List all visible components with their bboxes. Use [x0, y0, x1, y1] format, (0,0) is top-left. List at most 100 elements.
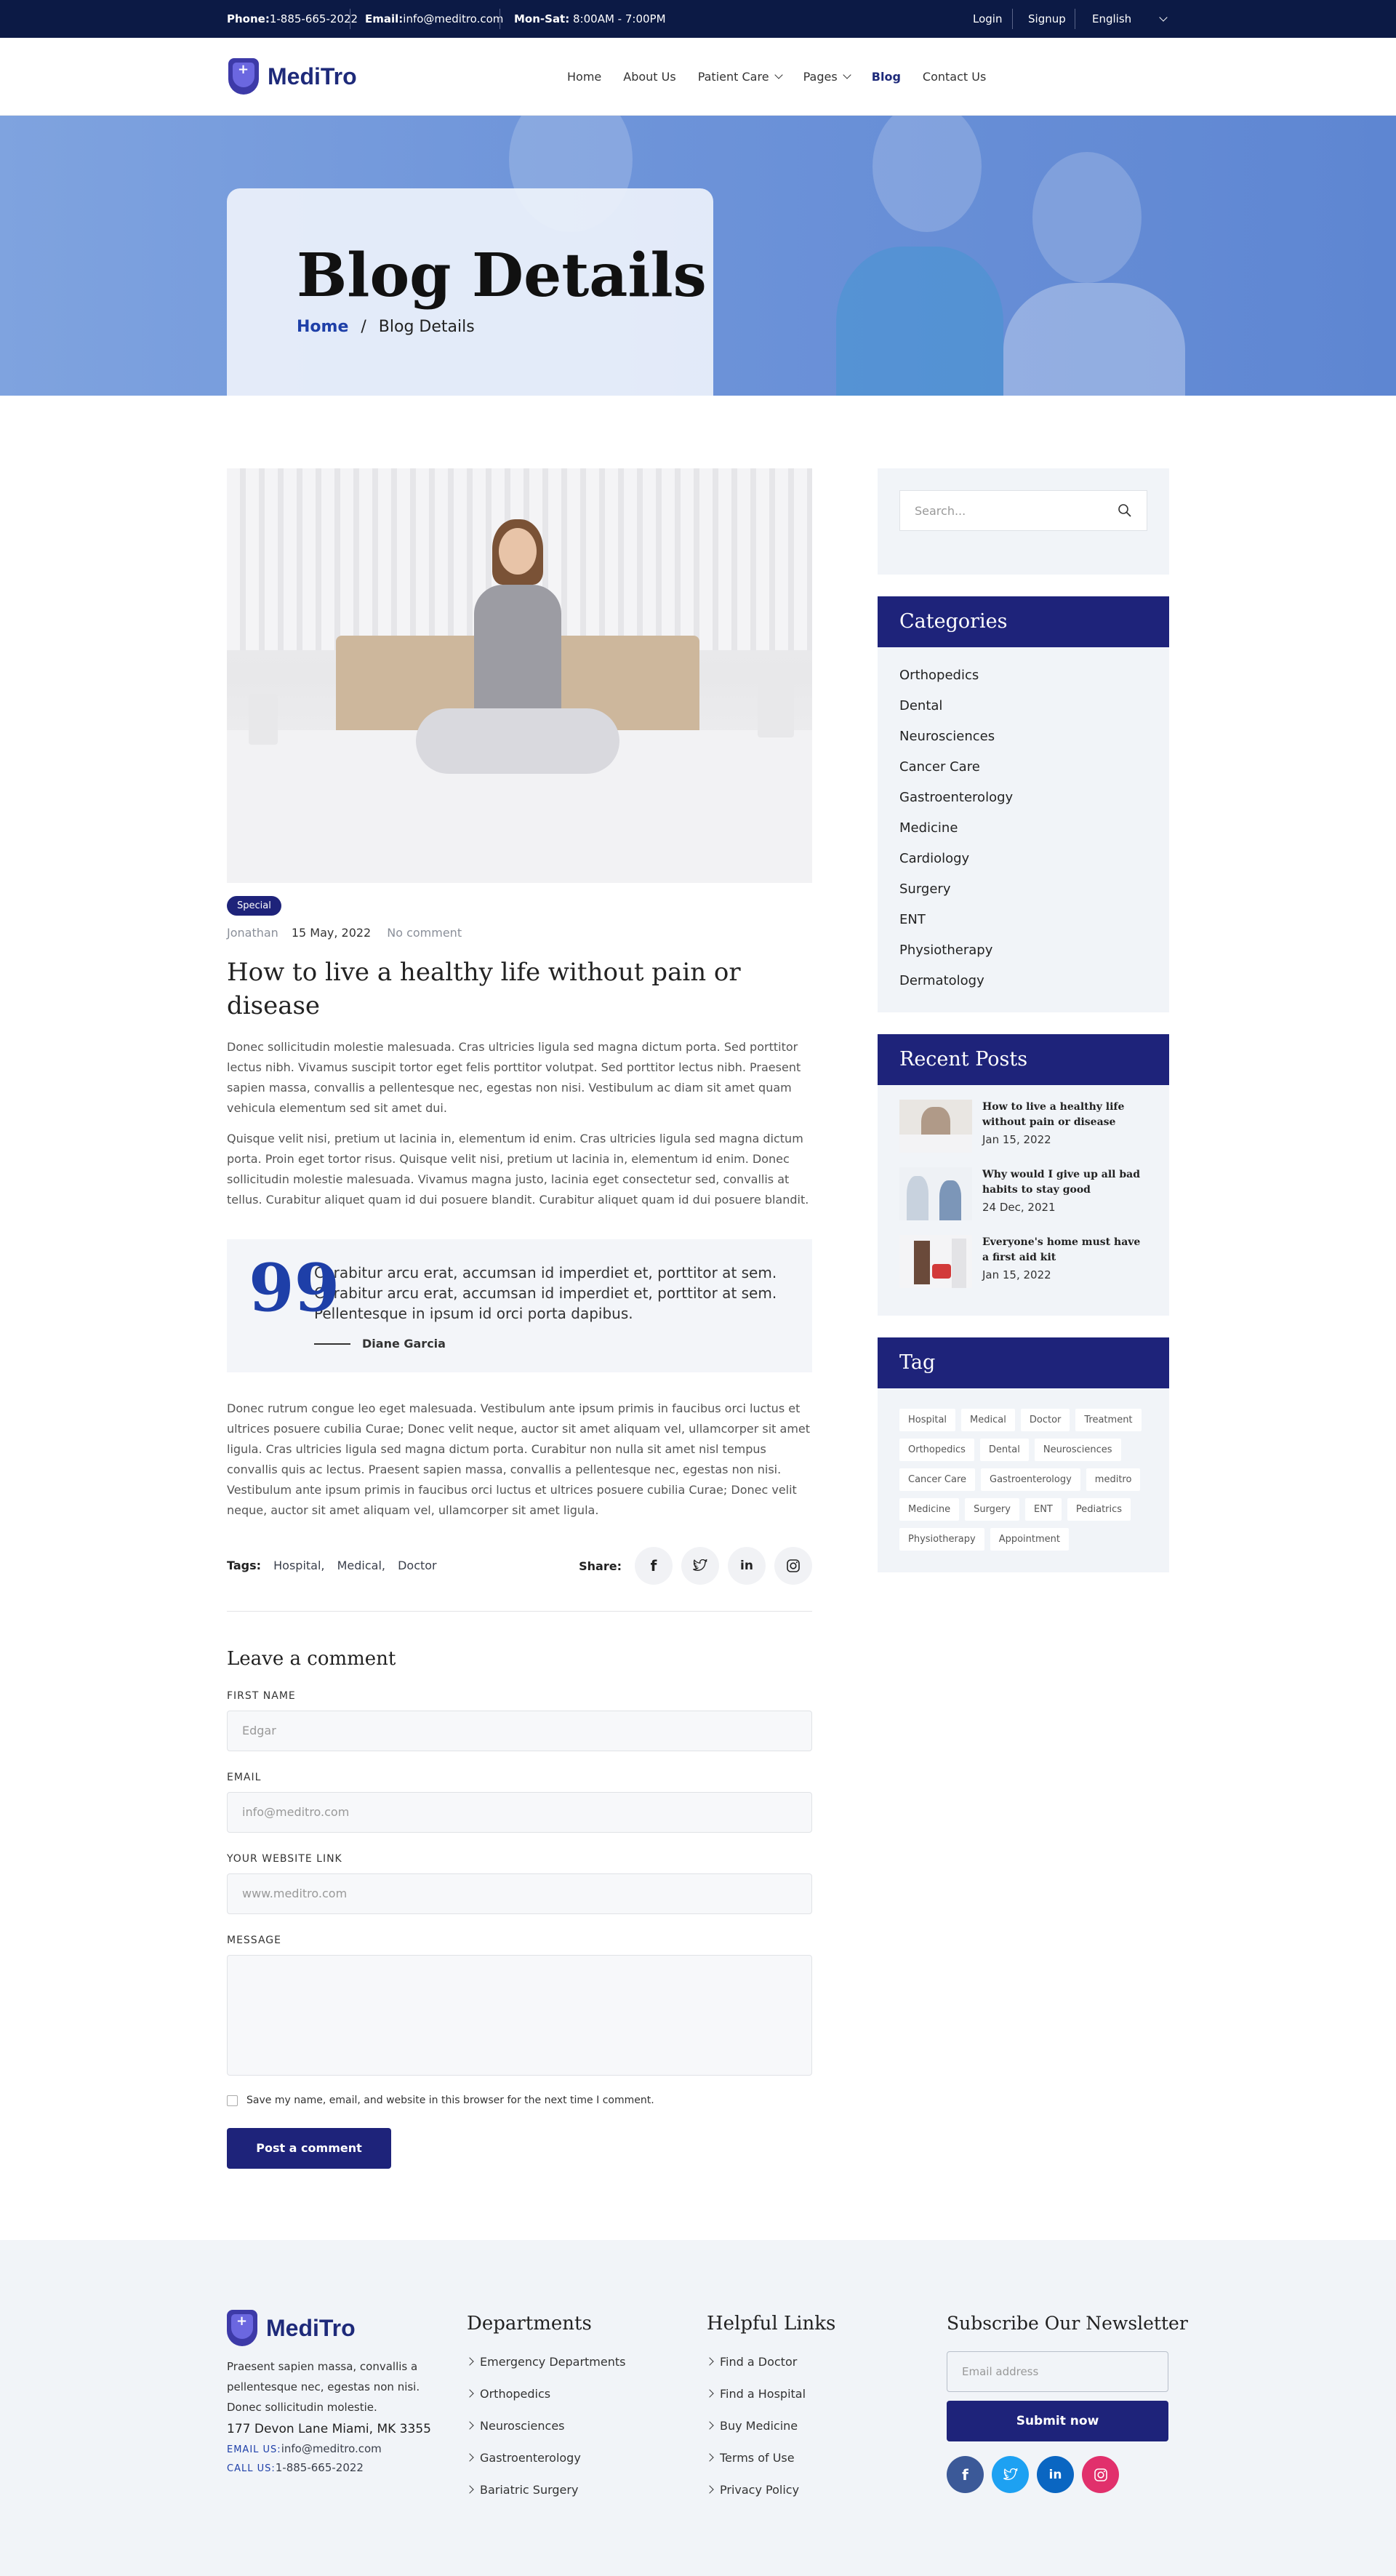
nav-home[interactable]: Home	[567, 70, 601, 84]
recent-post-thumbnail[interactable]	[899, 1100, 972, 1153]
tag-cloud: Hospital Medical Doctor Treatment Orthop…	[878, 1388, 1169, 1572]
footer-link[interactable]: Bariatric Surgery	[465, 2474, 625, 2506]
recent-post-title[interactable]: Why would I give up all bad habits to st…	[982, 1167, 1147, 1198]
sidebar: Search... Categories Orthopedics Dental …	[878, 468, 1169, 1572]
facebook-icon[interactable]: f	[947, 2456, 984, 2493]
category-badge[interactable]: Special	[227, 896, 281, 916]
message-textarea[interactable]	[227, 1955, 812, 2076]
facebook-icon[interactable]: f	[635, 1547, 673, 1585]
recent-post-date: 24 Dec, 2021	[982, 1201, 1056, 1214]
footer-link[interactable]: Find a Doctor	[705, 2346, 835, 2378]
footer-logo[interactable]: + MediTro	[227, 2310, 438, 2346]
footer-link[interactable]: Emergency Departments	[465, 2346, 625, 2378]
recent-post[interactable]: Why would I give up all bad habits to st…	[899, 1167, 1147, 1235]
footer-link[interactable]: Find a Hospital	[705, 2378, 835, 2410]
breadcrumb-home[interactable]: Home	[297, 318, 348, 336]
nav-contact[interactable]: Contact Us	[923, 70, 986, 84]
tag-chip[interactable]: Appointment	[990, 1528, 1069, 1551]
footer-newsletter: Subscribe Our Newsletter Email address S…	[947, 2313, 1188, 2493]
instagram-icon[interactable]	[774, 1547, 812, 1585]
tag-chip[interactable]: Cancer Care	[899, 1468, 976, 1491]
category-item[interactable]: Medicine	[899, 813, 1147, 844]
post-tag[interactable]: Hospital,	[273, 1559, 324, 1572]
category-item[interactable]: Cancer Care	[899, 752, 1147, 783]
email-input[interactable]: info@meditro.com	[227, 1792, 812, 1833]
nav-patient-care-label: Patient Care	[697, 70, 769, 84]
tags-label: Tags:	[227, 1559, 262, 1572]
recent-post-title[interactable]: Everyone's home must have a first aid ki…	[982, 1235, 1147, 1265]
save-info-label: Save my name, email, and website in this…	[246, 2095, 654, 2106]
instagram-icon[interactable]	[1082, 2456, 1119, 2493]
tag-chip[interactable]: Medicine	[899, 1498, 960, 1521]
footer-link[interactable]: Privacy Policy	[705, 2474, 835, 2506]
site-header: + MediTro Home About Us Patient Care Pag…	[0, 38, 1396, 116]
nav-pages[interactable]: Pages	[803, 70, 851, 84]
footer-socials: f in	[947, 2456, 1169, 2493]
email-label: Email:	[365, 12, 404, 25]
tag-chip[interactable]: Medical	[961, 1409, 1015, 1431]
newsletter-email-input[interactable]: Email address	[947, 2351, 1168, 2392]
nav-patient-care[interactable]: Patient Care	[697, 70, 783, 84]
newsletter-submit-button[interactable]: Submit now	[947, 2401, 1168, 2441]
brand-name: MediTro	[266, 2314, 356, 2341]
language-select[interactable]: English	[1092, 0, 1169, 38]
chevron-right-icon	[465, 2421, 474, 2430]
footer-email-value[interactable]: info@meditro.com	[281, 2442, 382, 2455]
tag-chip[interactable]: Dental	[979, 1439, 1029, 1461]
post-author[interactable]: Jonathan	[227, 926, 278, 940]
footer-link[interactable]: Neurosciences	[465, 2410, 625, 2442]
recent-post[interactable]: How to live a healthy life without pain …	[899, 1100, 1147, 1167]
footer-phone-value[interactable]: 1-885-665-2022	[276, 2461, 364, 2474]
recent-post-thumbnail[interactable]	[899, 1167, 972, 1220]
twitter-icon[interactable]	[992, 2456, 1029, 2493]
tag-chip[interactable]: meditro	[1086, 1468, 1141, 1491]
website-input[interactable]: www.meditro.com	[227, 1873, 812, 1914]
tag-chip[interactable]: Doctor	[1020, 1409, 1070, 1431]
save-info-checkbox[interactable]	[227, 2095, 238, 2106]
signup-link[interactable]: Signup	[1028, 0, 1066, 38]
category-item[interactable]: Orthopedics	[899, 660, 1147, 691]
linkedin-icon[interactable]: in	[728, 1547, 766, 1585]
search-icon[interactable]	[1118, 503, 1132, 518]
search-input[interactable]: Search...	[899, 490, 1147, 531]
share-links: Share: f in	[579, 1547, 812, 1585]
recent-post[interactable]: Everyone's home must have a first aid ki…	[899, 1235, 1147, 1303]
post-comments[interactable]: No comment	[387, 926, 462, 940]
linkedin-icon[interactable]: in	[1037, 2456, 1074, 2493]
tag-chip[interactable]: Neurosciences	[1034, 1439, 1121, 1461]
footer-link[interactable]: Buy Medicine	[705, 2410, 835, 2442]
tag-chip[interactable]: Hospital	[899, 1409, 956, 1431]
tag-chip[interactable]: Orthopedics	[899, 1439, 974, 1461]
first-name-label: FIRST NAME	[227, 1690, 296, 1702]
tag-chip[interactable]: Surgery	[965, 1498, 1019, 1521]
tag-chip[interactable]: Gastroenterology	[981, 1468, 1080, 1491]
tag-chip[interactable]: Physiotherapy	[899, 1528, 984, 1551]
nav-blog[interactable]: Blog	[872, 70, 901, 84]
site-logo[interactable]: + MediTro	[228, 58, 357, 95]
twitter-icon[interactable]	[681, 1547, 719, 1585]
nav-about[interactable]: About Us	[623, 70, 675, 84]
footer-link[interactable]: Orthopedics	[465, 2378, 625, 2410]
recent-post-thumbnail[interactable]	[899, 1235, 972, 1288]
footer-link[interactable]: Gastroenterology	[465, 2442, 625, 2474]
category-item[interactable]: Dermatology	[899, 966, 1147, 996]
post-comment-button[interactable]: Post a comment	[227, 2128, 391, 2169]
category-item[interactable]: Physiotherapy	[899, 935, 1147, 966]
post-tag[interactable]: Medical,	[337, 1559, 385, 1572]
category-item[interactable]: Neurosciences	[899, 721, 1147, 752]
tag-chip[interactable]: Treatment	[1075, 1409, 1142, 1431]
page-title: Blog Details	[297, 241, 707, 311]
category-item[interactable]: Surgery	[899, 874, 1147, 905]
category-item[interactable]: Gastroenterology	[899, 783, 1147, 813]
footer-link[interactable]: Terms of Use	[705, 2442, 835, 2474]
category-item[interactable]: Dental	[899, 691, 1147, 721]
login-link[interactable]: Login	[973, 0, 1002, 38]
post-tag[interactable]: Doctor	[398, 1559, 437, 1572]
recent-post-title[interactable]: How to live a healthy life without pain …	[982, 1100, 1147, 1130]
tag-chip[interactable]: Pediatrics	[1067, 1498, 1131, 1521]
tag-chip[interactable]: ENT	[1024, 1498, 1062, 1521]
post-title: How to live a healthy life without pain …	[227, 958, 741, 1020]
category-item[interactable]: Cardiology	[899, 844, 1147, 874]
category-item[interactable]: ENT	[899, 905, 1147, 935]
first-name-input[interactable]: Edgar	[227, 1711, 812, 1751]
